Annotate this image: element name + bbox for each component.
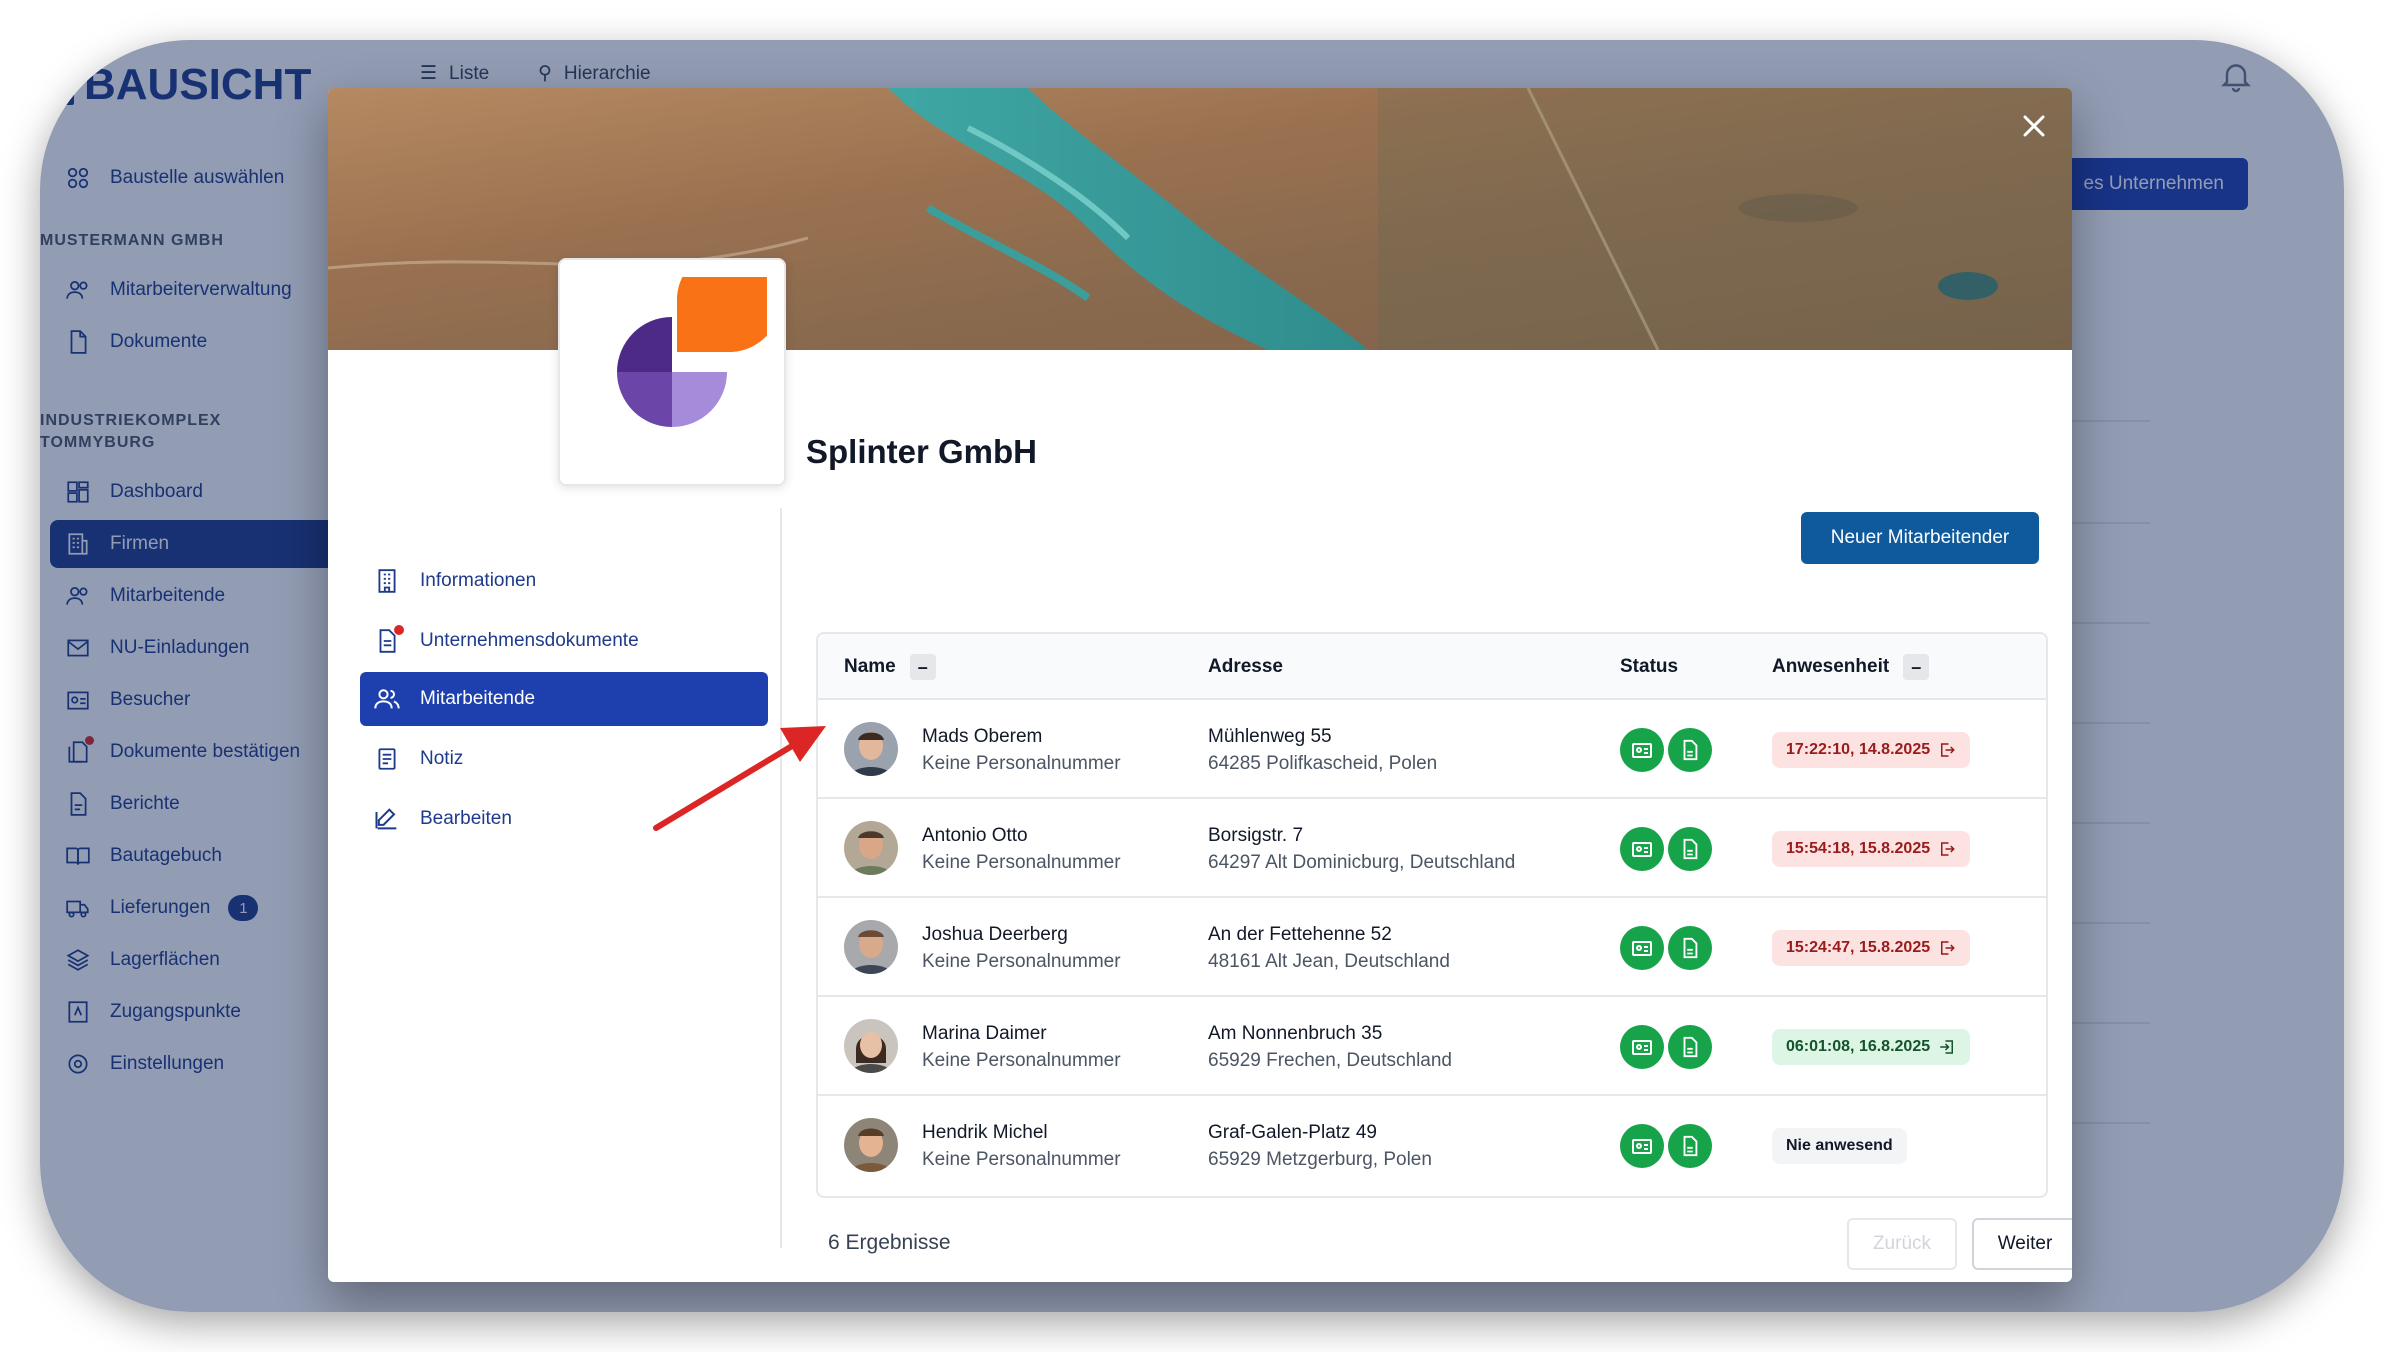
nav-informationen[interactable]: Informationen [360, 554, 768, 608]
note-icon [372, 744, 402, 774]
screenshot-frame: BAUSICHT Baustelle auswählen MUSTERMANN … [40, 40, 2344, 1312]
employee-street: Borsigstr. 7 [1208, 825, 1304, 846]
employee-street: An der Fettehenne 52 [1208, 924, 1392, 945]
id-card-status-icon[interactable] [1620, 728, 1664, 772]
employee-city: 48161 Alt Jean, Deutschland [1208, 951, 1450, 972]
logout-icon [1941, 842, 1955, 856]
employee-name: Joshua Deerberg [922, 924, 1068, 945]
presence-text: 15:24:47, 15.8.2025 [1786, 939, 1931, 956]
employee-street: Am Nonnenbruch 35 [1208, 1023, 1383, 1044]
avatar [844, 1118, 898, 1172]
avatar [844, 920, 898, 974]
employee-number: Keine Personalnummer [922, 852, 1121, 873]
new-employee-button[interactable]: Neuer Mitarbeitender [1801, 512, 2039, 564]
pagination-next-button[interactable]: Weiter [1972, 1218, 2072, 1270]
employee-city: 65929 Frechen, Deutschland [1208, 1050, 1452, 1071]
employee-name: Hendrik Michel [922, 1122, 1048, 1143]
presence-badge: 06:01:08, 16.8.2025 [1772, 1029, 1971, 1065]
employee-name: Marina Daimer [922, 1023, 1047, 1044]
id-card-status-icon[interactable] [1620, 1025, 1664, 1069]
nav-unternehmensdokumente[interactable]: Unternehmensdokumente [360, 614, 768, 668]
presence-text: 06:01:08, 16.8.2025 [1786, 1038, 1931, 1055]
employee-city: 64297 Alt Dominicburg, Deutschland [1208, 852, 1516, 873]
employee-name: Mads Oberem [922, 726, 1043, 747]
logout-icon [1941, 941, 1955, 955]
presence-badge: 15:54:18, 15.8.2025 [1772, 831, 1971, 867]
column-header-name: Name – [844, 634, 936, 700]
document-icon [372, 625, 404, 656]
presence-text: Nie anwesend [1786, 1137, 1893, 1154]
file-status-icon[interactable] [1668, 827, 1712, 871]
table-header: Name – Adresse Status Anwesenheit – [818, 634, 2046, 700]
employee-street: Mühlenweg 55 [1208, 726, 1332, 747]
company-logo [558, 258, 786, 486]
employees-table: Name – Adresse Status Anwesenheit – Mads… [816, 632, 2048, 1198]
table-row[interactable]: Antonio Otto Keine Personalnummer Borsig… [818, 799, 2046, 898]
avatar [844, 1019, 898, 1073]
notification-dot [394, 625, 404, 635]
employee-number: Keine Personalnummer [922, 1149, 1121, 1170]
next-label: Weiter [1997, 1233, 2053, 1254]
employee-name: Antonio Otto [922, 825, 1028, 846]
nav-label: Unternehmensdokumente [420, 630, 639, 651]
employee-street: Graf-Galen-Platz 49 [1208, 1122, 1377, 1143]
employee-number: Keine Personalnummer [922, 951, 1121, 972]
column-header-label: Anwesenheit [1772, 656, 1890, 677]
nav-bearbeiten[interactable]: Bearbeiten [360, 792, 768, 846]
results-count: 6 Ergebnisse [828, 1231, 951, 1254]
id-card-status-icon[interactable] [1620, 1124, 1664, 1168]
sort-name-button[interactable]: – [909, 654, 936, 680]
nav-label: Notiz [420, 748, 464, 769]
new-employee-button-label: Neuer Mitarbeitender [1830, 527, 2010, 548]
column-header-label: Name [844, 656, 896, 677]
column-header-status: Status [1620, 656, 1679, 677]
employee-city: 64285 Polifkascheid, Polen [1208, 753, 1438, 774]
edit-icon [372, 804, 402, 834]
logout-icon [1941, 743, 1955, 757]
nav-label: Mitarbeitende [420, 688, 536, 709]
id-card-status-icon[interactable] [1620, 926, 1664, 970]
file-status-icon[interactable] [1668, 926, 1712, 970]
file-status-icon[interactable] [1668, 1025, 1712, 1069]
login-icon [1940, 1040, 1954, 1054]
pagination-prev-button[interactable]: Zurück [1847, 1218, 1957, 1270]
close-icon [2023, 115, 2045, 137]
id-card-status-icon[interactable] [1620, 827, 1664, 871]
users-icon [372, 684, 402, 714]
prev-label: Zurück [1872, 1233, 1932, 1254]
modal-divider [780, 508, 782, 1248]
company-modal: Splinter GmbH Informationen Unternehmens… [328, 88, 2072, 1282]
table-row[interactable]: Hendrik Michel Keine Personalnummer Graf… [818, 1096, 2046, 1195]
column-header-presence: Anwesenheit – [1772, 634, 1930, 700]
table-row[interactable]: Joshua Deerberg Keine Personalnummer An … [818, 898, 2046, 997]
sort-presence-button[interactable]: – [1903, 654, 1930, 680]
employee-number: Keine Personalnummer [922, 753, 1121, 774]
file-status-icon[interactable] [1668, 728, 1712, 772]
column-header-address: Adresse [1208, 656, 1283, 677]
nav-label: Bearbeiten [420, 808, 512, 829]
avatar [844, 722, 898, 776]
presence-text: 17:22:10, 14.8.2025 [1786, 741, 1931, 758]
building-icon [372, 566, 402, 596]
presence-badge: 15:24:47, 15.8.2025 [1772, 930, 1971, 966]
presence-badge: 17:22:10, 14.8.2025 [1772, 732, 1971, 768]
table-row[interactable]: Marina Daimer Keine Personalnummer Am No… [818, 997, 2046, 1096]
nav-mitarbeitende[interactable]: Mitarbeitende [360, 672, 768, 726]
nav-label: Informationen [420, 570, 537, 591]
employee-city: 65929 Metzgerburg, Polen [1208, 1149, 1432, 1170]
presence-badge: Nie anwesend [1772, 1128, 1907, 1164]
file-status-icon[interactable] [1668, 1124, 1712, 1168]
table-row[interactable]: Mads Oberem Keine Personalnummer Mühlenw… [818, 700, 2046, 799]
company-name: Splinter GmbH [806, 433, 1038, 470]
avatar [844, 821, 898, 875]
close-button[interactable] [2012, 104, 2056, 148]
nav-notiz[interactable]: Notiz [360, 732, 768, 786]
presence-text: 15:54:18, 15.8.2025 [1786, 840, 1931, 857]
employee-number: Keine Personalnummer [922, 1050, 1121, 1071]
